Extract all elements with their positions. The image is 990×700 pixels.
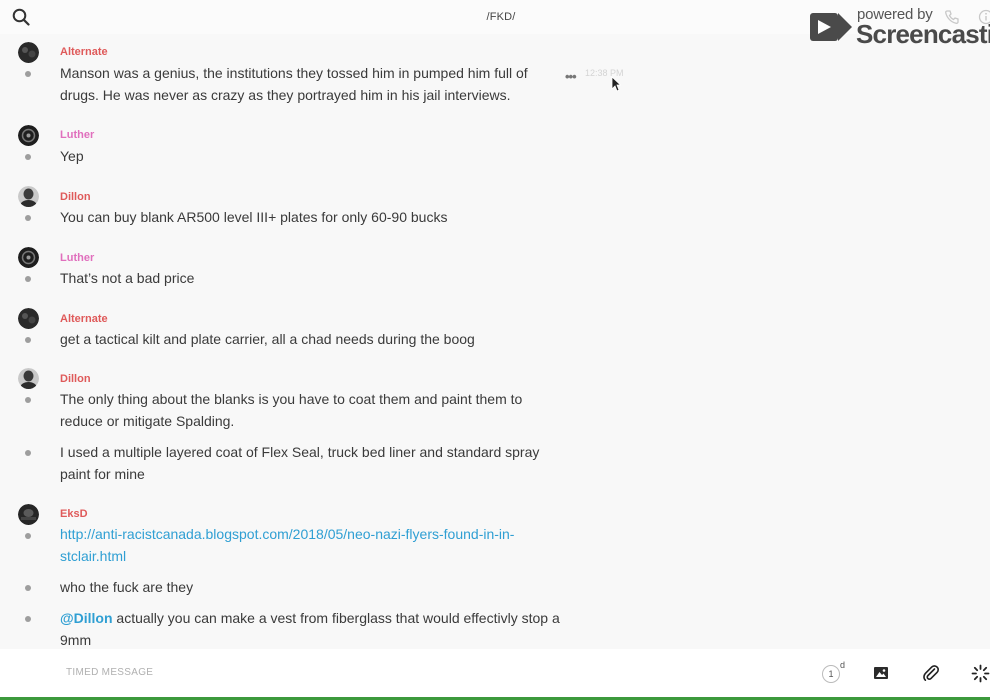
message-list[interactable]: Alternate Manson was a genius, the insti… [0,34,990,649]
message-dot [25,215,31,221]
message-dot [25,154,31,160]
message-text: @Dillon actually you can make a vest fro… [60,608,560,651]
message-author[interactable]: Alternate [60,313,108,325]
message-composer: 1 d [0,649,990,697]
message-dot [25,276,31,282]
timed-message-input[interactable] [66,667,566,678]
avatar-alternate[interactable] [18,42,39,63]
message-dot [25,450,31,456]
avatar-alternate[interactable] [18,308,39,329]
message-dot [25,71,31,77]
message-text: Yep [60,148,84,164]
avatar-luther[interactable] [18,125,39,146]
message-author[interactable]: Dillon [60,373,91,385]
message-dot [25,585,31,591]
loading-spinner-icon[interactable] [971,664,990,683]
message-text: http://anti-racistcanada.blogspot.com/20… [60,524,560,567]
message-text: That’s not a bad price [60,270,195,286]
message-author[interactable]: Luther [60,252,94,264]
mouse-cursor-icon [611,76,621,92]
message-author[interactable]: Luther [60,129,94,141]
image-icon[interactable] [873,665,889,681]
message-author[interactable]: EksD [60,508,88,520]
message-text: who the fuck are they [60,579,194,595]
message-text: get a tactical kilt and plate carrier, a… [60,331,475,347]
message-dot [25,397,31,403]
message-text: Manson was a genius, the institutions th… [60,65,528,103]
avatar-dillon[interactable] [18,368,39,389]
message-link[interactable]: http://anti-racistcanada.blogspot.com/20… [60,526,514,564]
message-dot [25,337,31,343]
message-author[interactable]: Alternate [60,46,108,58]
message-text-body: actually you can make a vest from fiberg… [60,610,560,648]
message-author[interactable]: Dillon [60,191,91,203]
avatar-eksd[interactable] [18,504,39,525]
avatar-luther[interactable] [18,247,39,268]
message-text: The only thing about the blanks is you h… [60,391,523,429]
timer-button[interactable]: 1 d [822,660,846,685]
timer-value: 1 [822,665,840,683]
user-mention[interactable]: @Dillon [60,610,113,626]
message-dot [25,533,31,539]
avatar-dillon[interactable] [18,186,39,207]
timer-unit: d [840,660,846,670]
message-dot [25,616,31,622]
paperclip-icon[interactable] [922,664,940,682]
message-text: You can buy blank AR500 level III+ plate… [60,209,448,225]
message-more-icon[interactable]: ••• [565,69,577,84]
message-text: I used a multiple layered coat of Flex S… [60,444,540,482]
